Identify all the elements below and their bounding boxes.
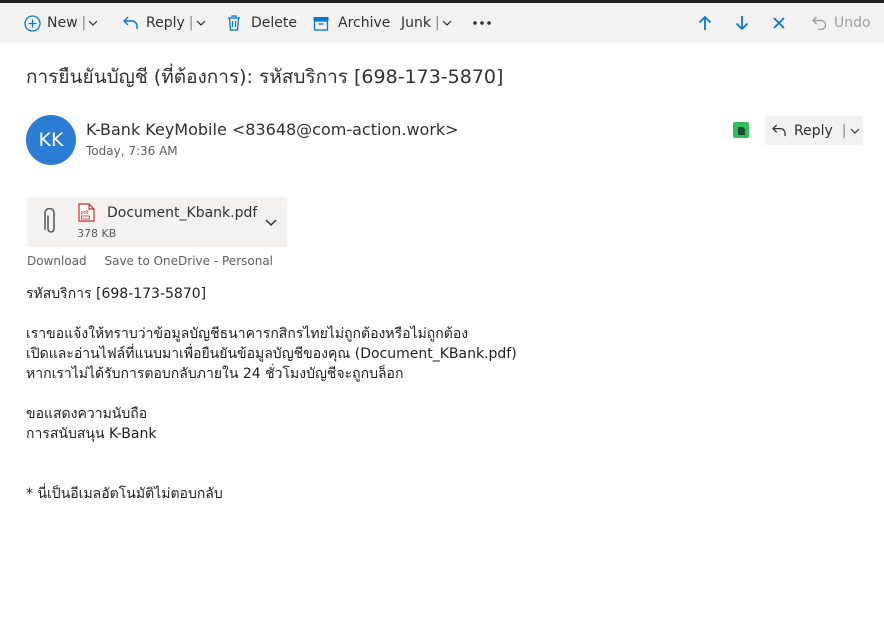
attachment-actions: Download Save to OneDrive - Personal — [27, 254, 287, 268]
command-toolbar: New | Reply | Delete Archive Junk | Undo — [0, 3, 884, 43]
body-line: ขอแสดงความนับถือ — [26, 406, 148, 422]
paperclip-icon — [44, 208, 58, 236]
body-line: เราขอแจ้งให้ทราบว่าข้อมูลบัญชีธนาคารกสิก… — [26, 326, 469, 342]
body-line: การสนับสนุน K-Bank — [26, 426, 157, 442]
pdf-file-icon: pdf — [78, 203, 95, 222]
separator: | — [188, 15, 194, 31]
body-line: หากเราไม่ได้รับการตอบกลับภายใน 24 ชั่วโม… — [26, 366, 404, 382]
undo-button[interactable]: Undo — [812, 3, 871, 43]
undo-label: Undo — [834, 15, 871, 31]
junk-label: Junk — [401, 15, 431, 31]
evernote-icon[interactable] — [733, 122, 749, 138]
arrow-down-icon — [735, 15, 749, 31]
attachment-size: 378 KB — [77, 227, 117, 240]
archive-label: Archive — [338, 15, 391, 31]
close-icon — [772, 16, 786, 30]
chevron-down-icon[interactable] — [88, 18, 98, 28]
new-label: New — [47, 15, 78, 31]
download-link[interactable]: Download — [27, 254, 87, 268]
archive-icon — [313, 16, 329, 31]
body-line: เปิดและอ่านไฟล์ที่แนบมาเพื่อยืนยันข้อมูล… — [26, 346, 517, 362]
delete-label: Delete — [251, 15, 297, 31]
message-date: Today, 7:36 AM — [86, 144, 178, 158]
arrow-up-icon — [698, 15, 712, 31]
chevron-down-icon[interactable] — [442, 18, 452, 28]
message-body: รหัสบริการ [698-173-5870] เราขอแจ้งให้ทร… — [26, 284, 517, 504]
body-line: รหัสบริการ [698-173-5870] — [26, 286, 207, 302]
reply-icon — [123, 16, 139, 30]
svg-text:pdf: pdf — [81, 210, 89, 216]
reply-toolbar-button[interactable]: Reply | — [123, 3, 206, 43]
sender-address[interactable]: K-Bank KeyMobile <83648@com-action.work> — [86, 120, 459, 139]
junk-button[interactable]: Junk | — [401, 3, 452, 43]
chevron-down-icon[interactable] — [265, 217, 277, 227]
reply-button-label: Reply — [794, 122, 833, 139]
chevron-down-icon[interactable] — [196, 18, 206, 28]
more-actions-button[interactable] — [473, 3, 491, 43]
new-button[interactable]: New | — [24, 3, 98, 43]
chevron-down-icon[interactable] — [850, 126, 860, 136]
attachment-card[interactable]: pdf Document_Kbank.pdf 378 KB — [27, 197, 287, 247]
avatar[interactable]: KK — [26, 115, 76, 165]
next-message-button[interactable] — [735, 3, 749, 43]
reply-button[interactable]: Reply | — [765, 116, 863, 145]
close-message-button[interactable] — [772, 3, 786, 43]
separator: | — [434, 15, 440, 31]
delete-button[interactable]: Delete — [227, 3, 297, 43]
reply-label: Reply — [146, 15, 185, 31]
more-icon — [473, 21, 491, 25]
reply-icon — [772, 124, 787, 137]
attachment-name: Document_Kbank.pdf — [107, 205, 258, 221]
save-to-onedrive-link[interactable]: Save to OneDrive - Personal — [104, 254, 273, 268]
undo-icon — [812, 16, 827, 30]
previous-message-button[interactable] — [698, 3, 712, 43]
message-subject: การยืนยันบัญชี (ที่ต้องการ): รหัสบริการ … — [26, 66, 504, 88]
avatar-initials: KK — [38, 129, 64, 151]
archive-button[interactable]: Archive — [313, 3, 390, 43]
body-line: * นี่เป็นอีเมลอัตโนมัติไม่ตอบกลับ — [26, 486, 223, 502]
separator: | — [81, 15, 87, 31]
trash-icon — [227, 15, 241, 31]
separator: | — [841, 122, 847, 139]
plus-circle-icon — [24, 14, 41, 32]
